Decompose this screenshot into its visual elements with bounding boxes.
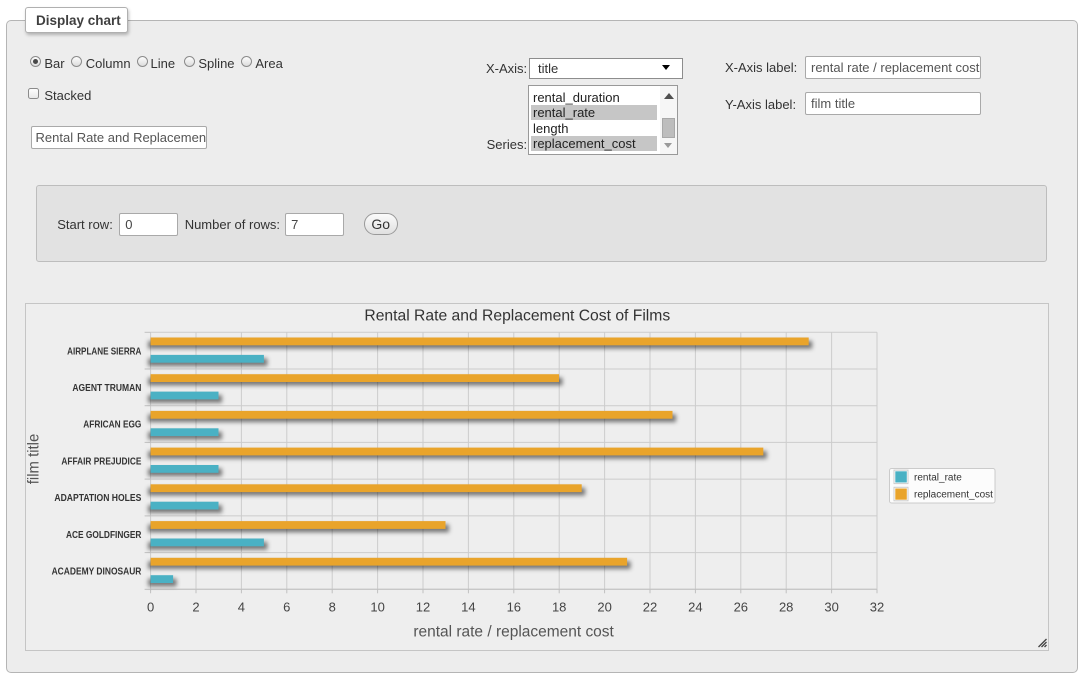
svg-text:14: 14 xyxy=(461,600,475,615)
svg-text:Rental Rate and Replacement Co: Rental Rate and Replacement Cost of Film… xyxy=(364,307,670,324)
svg-text:film title: film title xyxy=(26,434,42,485)
svg-text:ACADEMY DINOSAUR: ACADEMY DINOSAUR xyxy=(52,567,142,578)
svg-text:20: 20 xyxy=(597,600,611,615)
svg-text:ADAPTATION HOLES: ADAPTATION HOLES xyxy=(54,493,141,504)
svg-text:AFRICAN EGG: AFRICAN EGG xyxy=(83,420,141,431)
svg-text:22: 22 xyxy=(643,600,657,615)
svg-text:replacement_cost: replacement_cost xyxy=(914,490,993,501)
svg-text:16: 16 xyxy=(507,600,521,615)
svg-text:18: 18 xyxy=(552,600,566,615)
svg-text:AFFAIR PREJUDICE: AFFAIR PREJUDICE xyxy=(61,456,141,467)
svg-text:12: 12 xyxy=(416,600,430,615)
svg-text:30: 30 xyxy=(824,600,838,615)
svg-text:AIRPLANE SIERRA: AIRPLANE SIERRA xyxy=(67,346,141,357)
svg-text:26: 26 xyxy=(734,600,748,615)
svg-text:rental_rate: rental_rate xyxy=(914,473,962,484)
svg-text:ACE GOLDFINGER: ACE GOLDFINGER xyxy=(66,530,141,541)
svg-text:4: 4 xyxy=(238,600,245,615)
svg-text:24: 24 xyxy=(688,600,702,615)
svg-text:10: 10 xyxy=(370,600,384,615)
svg-text:0: 0 xyxy=(147,600,154,615)
svg-text:8: 8 xyxy=(329,600,336,615)
svg-text:28: 28 xyxy=(779,600,793,615)
svg-text:32: 32 xyxy=(870,600,884,615)
svg-text:2: 2 xyxy=(192,600,199,615)
svg-text:AGENT TRUMAN: AGENT TRUMAN xyxy=(72,383,141,394)
svg-text:rental rate / replacement cost: rental rate / replacement cost xyxy=(413,623,614,640)
svg-text:6: 6 xyxy=(283,600,290,615)
